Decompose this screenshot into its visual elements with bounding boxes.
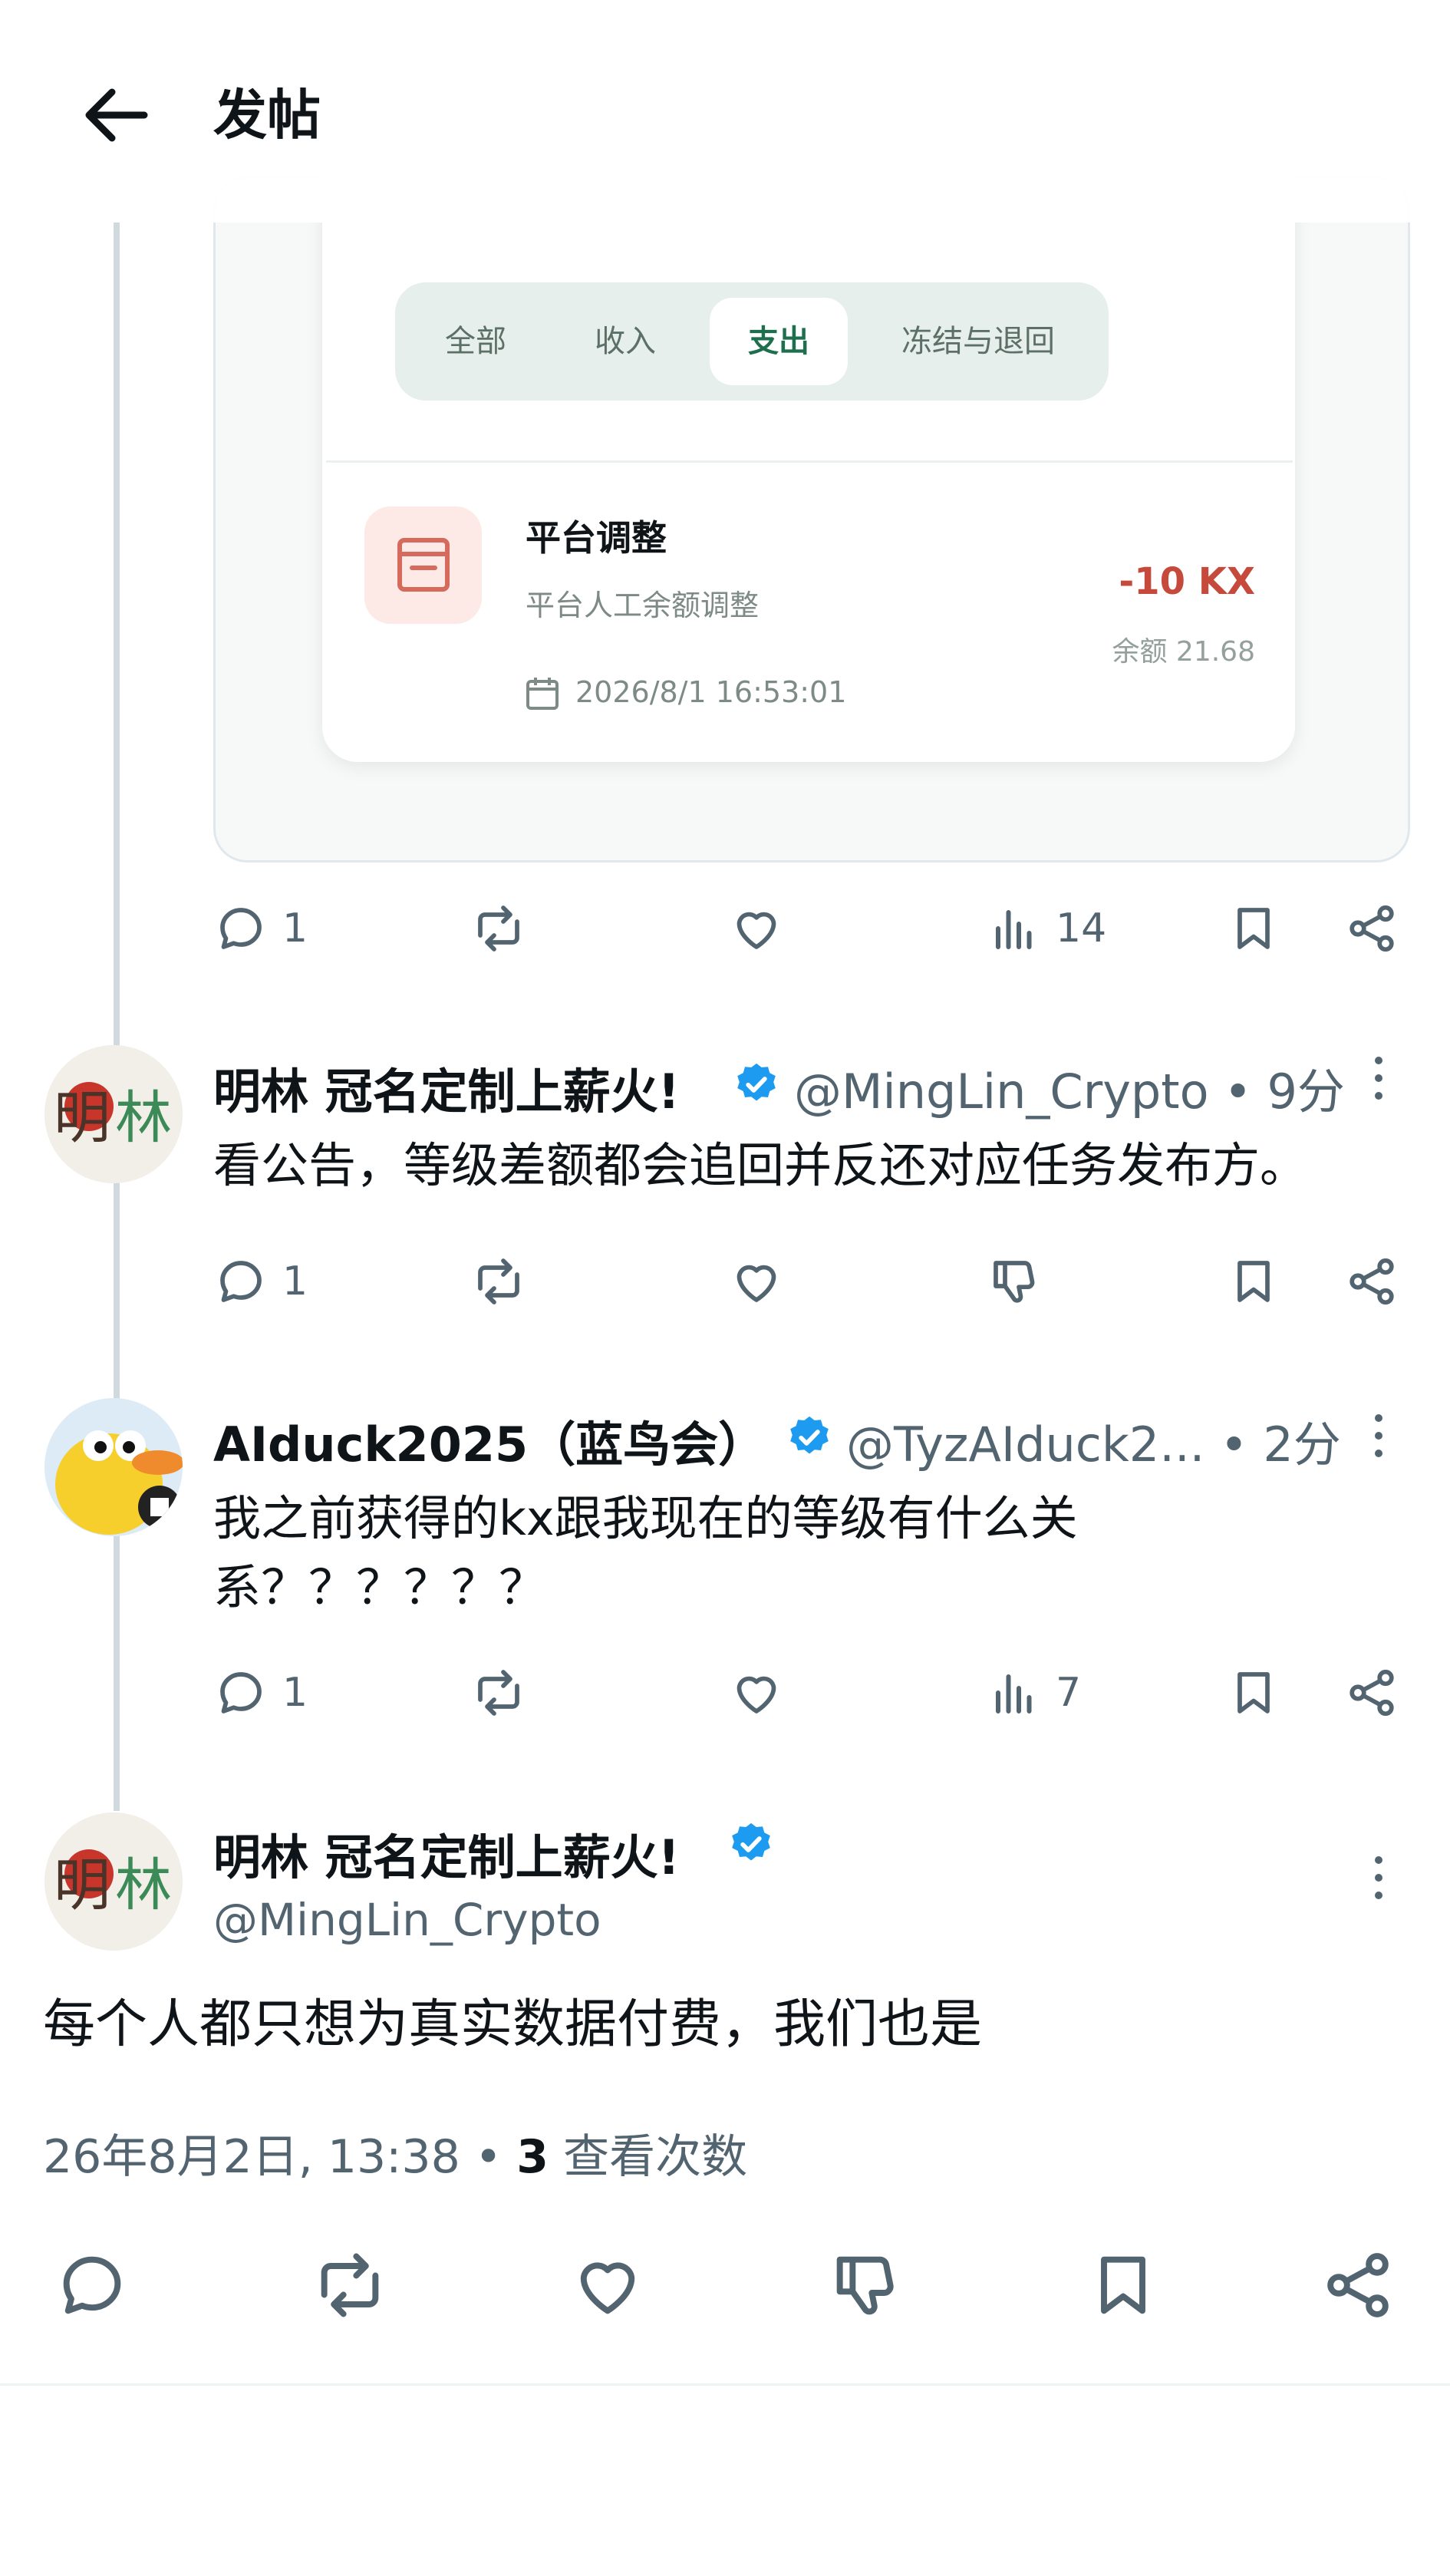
bookmark-icon — [1237, 1672, 1270, 1713]
arrow-left-icon[interactable] — [77, 77, 153, 153]
bar-chart-icon — [996, 910, 1032, 949]
repost-button[interactable] — [471, 1254, 526, 1309]
views-count: 7 — [1056, 1670, 1082, 1716]
heart-icon — [737, 912, 776, 949]
record-amount: -10 KX — [1119, 560, 1255, 603]
bookmark-button[interactable] — [1226, 1254, 1281, 1309]
repost-button[interactable] — [311, 2247, 388, 2324]
svg-text:林: 林 — [115, 1852, 172, 1918]
repost-icon — [478, 905, 519, 952]
repost-icon — [321, 2253, 379, 2317]
views-count: 14 — [1056, 905, 1107, 952]
views-button[interactable]: 14 — [987, 901, 1106, 956]
author-name[interactable]: 明林 冠名定制上薪火! — [213, 1053, 680, 1122]
tab-income[interactable]: 收入 — [560, 298, 690, 385]
share-icon — [1349, 1669, 1394, 1717]
avatar[interactable]: 明林 — [44, 1812, 183, 1951]
author-handle-time[interactable]: @MingLin_Crypto • 9分 — [794, 1053, 1345, 1122]
verified-badge-icon — [786, 1413, 833, 1461]
filter-tabs: 全部 收入 支出 冻结与退回 — [395, 282, 1109, 401]
view-count-label: 查看次数 — [549, 2130, 748, 2184]
post-meta: 26年8月2日, 13:38 • 3 查看次数 — [43, 2119, 747, 2186]
thumbs-down-icon — [836, 2256, 894, 2315]
dislike-button[interactable] — [827, 2247, 904, 2324]
bookmark-icon — [1237, 908, 1270, 949]
repost-button[interactable] — [471, 901, 526, 956]
avatar[interactable]: 明林 — [44, 1045, 183, 1183]
share-icon — [1349, 905, 1394, 952]
repost-icon — [478, 1258, 519, 1304]
repost-button[interactable] — [471, 1665, 526, 1720]
tab-expense[interactable]: 支出 — [710, 298, 848, 385]
reply-button[interactable]: 1 — [213, 1665, 308, 1720]
bookmark-icon — [1101, 2256, 1145, 2314]
wallet-icon — [364, 506, 482, 624]
divider — [0, 2383, 1450, 2386]
reply-icon — [63, 2256, 121, 2314]
reply-count: 1 — [282, 1670, 308, 1716]
reply-icon — [220, 1672, 262, 1713]
svg-text:明: 明 — [54, 1085, 110, 1151]
reply-text-line2: 系？？？？？？ — [213, 1559, 547, 1615]
thread-line — [114, 223, 120, 1811]
share-button[interactable] — [1320, 2247, 1396, 2324]
author-handle-time[interactable]: @TyzAIduck2... • 2分 — [846, 1406, 1341, 1475]
verified-badge-icon — [727, 1820, 775, 1868]
reply-icon — [220, 1261, 262, 1302]
view-count: 3 — [516, 2130, 549, 2184]
author-name[interactable]: AIduck2025（蓝鸟会） — [213, 1406, 766, 1475]
reply-icon — [220, 908, 262, 949]
calendar-icon — [526, 675, 559, 711]
like-button[interactable] — [729, 901, 784, 956]
bookmark-button[interactable] — [1085, 2247, 1162, 2324]
repost-icon — [478, 1670, 519, 1716]
more-options-icon[interactable] — [1371, 1051, 1386, 1105]
svg-text:林: 林 — [115, 1085, 172, 1151]
share-icon — [1349, 1258, 1394, 1305]
heart-icon — [737, 1676, 776, 1713]
bookmark-button[interactable] — [1226, 1665, 1281, 1720]
reply-button[interactable]: 1 — [213, 901, 308, 956]
record-subtitle: 平台人工余额调整 — [526, 589, 760, 622]
card-divider — [326, 460, 1293, 463]
svg-text:明: 明 — [54, 1852, 110, 1918]
more-options-icon[interactable] — [1371, 1851, 1386, 1905]
views-button[interactable]: 7 — [987, 1665, 1081, 1720]
avatar[interactable] — [44, 1398, 183, 1536]
record-title: 平台调整 — [526, 517, 667, 559]
share-button[interactable] — [1344, 1254, 1399, 1309]
top-bar: 发帖 — [0, 0, 1450, 223]
bar-chart-icon — [996, 1674, 1032, 1713]
share-button[interactable] — [1344, 901, 1399, 956]
page-title: 发帖 — [213, 84, 321, 147]
share-button[interactable] — [1344, 1665, 1399, 1720]
more-options-icon[interactable] — [1371, 1409, 1386, 1463]
record-datetime: 2026/8/1 16:53:01 — [575, 675, 847, 709]
bookmark-icon — [1237, 1261, 1270, 1302]
tab-all[interactable]: 全部 — [410, 298, 541, 385]
record-balance: 余额 21.68 — [1112, 636, 1255, 668]
tab-frozen-refund[interactable]: 冻结与退回 — [863, 298, 1093, 385]
like-button[interactable] — [729, 1254, 784, 1309]
reply-count: 1 — [282, 1258, 308, 1304]
reply-button[interactable]: 1 — [213, 1254, 308, 1309]
post-text: 每个人都只想为真实数据付费，我们也是 — [43, 1994, 983, 2055]
bookmark-button[interactable] — [1226, 901, 1281, 956]
heart-icon — [580, 2262, 635, 2314]
verified-badge-icon — [733, 1060, 780, 1108]
author-name[interactable]: 明林 冠名定制上薪火! — [213, 1819, 680, 1888]
post-timestamp[interactable]: 26年8月2日, 13:38 • — [43, 2130, 516, 2184]
author-handle[interactable]: @MingLin_Crypto — [213, 1894, 601, 1946]
reply-text-line1: 我之前获得的kx跟我现在的等级有什么关 — [213, 1490, 1078, 1546]
like-button[interactable] — [729, 1665, 784, 1720]
heart-icon — [737, 1265, 776, 1302]
dislike-button[interactable] — [987, 1254, 1042, 1309]
reply-text: 看公告，等级差额都会追回并反还对应任务发布方。 — [213, 1137, 1308, 1193]
thumbs-down-icon — [994, 1261, 1035, 1303]
reply-button[interactable] — [54, 2247, 130, 2324]
reply-count: 1 — [282, 905, 308, 952]
share-icon — [1327, 2253, 1389, 2317]
like-button[interactable] — [569, 2247, 646, 2324]
